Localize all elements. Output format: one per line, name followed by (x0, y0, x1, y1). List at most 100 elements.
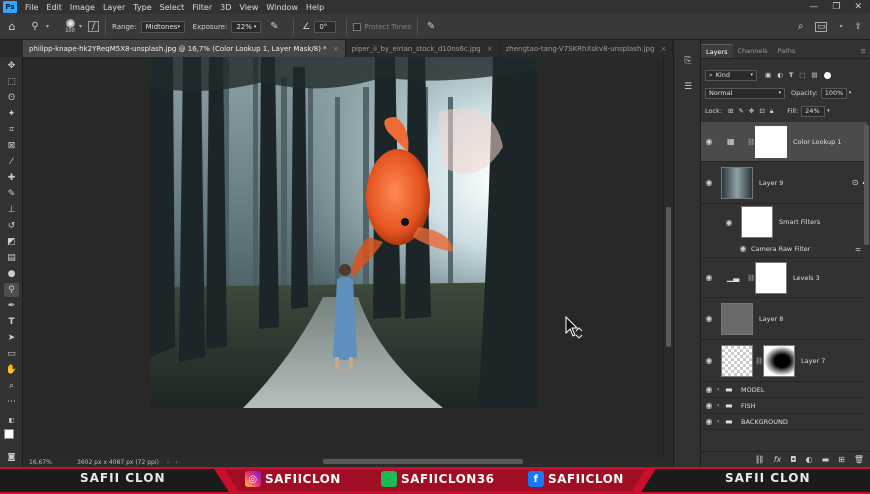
filter-type-icon[interactable]: T (789, 71, 793, 79)
visibility-eye-icon[interactable]: ◉ (701, 137, 717, 146)
magic-wand-tool-icon[interactable]: ✦ (4, 107, 19, 121)
layers-scroll-thumb[interactable] (864, 125, 869, 245)
pressure-size-icon[interactable]: ✎ (424, 21, 438, 32)
tab-paths[interactable]: Paths (773, 44, 801, 58)
lock-artboard-icon[interactable]: ⊡ (759, 107, 764, 115)
layer-thumbnail[interactable] (721, 166, 753, 199)
chevron-right-icon[interactable]: › (717, 386, 725, 393)
menu-edit[interactable]: Edit (42, 3, 66, 12)
minimize-button[interactable]: — (809, 2, 818, 12)
delete-layer-icon[interactable]: 🗑︎ (854, 455, 864, 464)
filter-shape-icon[interactable]: ⬚ (799, 71, 805, 79)
layer-thumbnail[interactable] (721, 302, 753, 335)
layer-row-color-lookup[interactable]: ◉ ▦ ⛓ Color Lookup 1 (701, 122, 867, 162)
blend-mode-select[interactable]: Normal ▾ (705, 87, 785, 99)
smart-filter-mask-thumbnail[interactable] (741, 206, 773, 238)
maximize-button[interactable]: ❐ (832, 2, 840, 12)
layer-row-layer-8[interactable]: ◉ Layer 8 (701, 298, 867, 340)
share-icon[interactable]: ⇪ (854, 22, 862, 32)
mask-link-icon[interactable]: ⛓ (747, 274, 755, 282)
menu-view[interactable]: View (235, 3, 262, 12)
zoom-tool-icon[interactable]: ⌕ (4, 379, 19, 393)
clone-stamp-tool-icon[interactable]: ⊥ (4, 203, 19, 217)
visibility-eye-icon[interactable]: ◉ (737, 244, 749, 253)
menu-help[interactable]: Help (302, 3, 328, 12)
chevron-right-icon[interactable]: › (717, 402, 725, 409)
tab-piper-ii[interactable]: piper_ii_by_eirian_stock_d10ns6c.jpg × (346, 40, 500, 57)
search-icon[interactable]: ⌕ (798, 21, 804, 32)
eyedropper-tool-icon[interactable]: ⁄ (4, 155, 19, 169)
layer-thumbnail[interactable] (721, 344, 753, 377)
menu-3d[interactable]: 3D (216, 3, 235, 12)
home-icon[interactable]: ⌂ (0, 20, 24, 33)
visibility-eye-icon[interactable]: ◉ (701, 417, 717, 426)
more-tools-icon[interactable]: ⋯ (4, 395, 19, 409)
range-select[interactable]: Midtones ▾ (140, 20, 185, 33)
lock-all-icon[interactable]: 🔒︎ (770, 107, 773, 116)
frame-tool-icon[interactable]: ⊠ (4, 139, 19, 153)
history-panel-icon[interactable]: ⎘ (680, 54, 696, 68)
close-icon[interactable]: × (660, 45, 666, 53)
lock-transparent-icon[interactable]: ⊞ (728, 107, 733, 115)
filter-smart-object-icon[interactable]: ▤ (811, 71, 817, 79)
vertical-scrollbar[interactable] (663, 57, 673, 457)
hand-tool-icon[interactable]: ✋ (4, 363, 19, 377)
type-tool-icon[interactable]: T (4, 315, 19, 329)
visibility-eye-icon[interactable]: ◉ (701, 356, 717, 365)
new-layer-icon[interactable]: ⊞ (838, 455, 845, 464)
green-handle[interactable]: ⚡ SAFIICLON36 (381, 471, 495, 487)
visibility-eye-icon[interactable]: ◉ (721, 218, 737, 227)
brush-settings-icon[interactable]: / (88, 21, 100, 32)
lasso-tool-icon[interactable]: ʘ (4, 91, 19, 105)
filter-pixel-icon[interactable]: ▣ (765, 71, 771, 79)
scroll-left-icon[interactable]: ‹ (175, 459, 177, 466)
fill-input[interactable]: 24% (801, 105, 826, 117)
visibility-eye-icon[interactable]: ◉ (701, 385, 717, 394)
gradient-tool-icon[interactable]: ▤ (4, 251, 19, 265)
brush-preset-picker[interactable]: 100 (61, 19, 79, 34)
close-icon[interactable]: × (333, 45, 339, 53)
canvas-workspace[interactable] (23, 57, 663, 457)
chevron-right-icon[interactable]: › (717, 418, 725, 425)
menu-select[interactable]: Select (156, 3, 189, 12)
layer-row-layer-7[interactable]: ◉ ⛓ Layer 7 (701, 340, 867, 382)
filter-adjustment-icon[interactable]: ◐ (777, 71, 783, 79)
quick-mask-icon[interactable]: ◙ (4, 449, 19, 463)
tab-layers[interactable]: Layers (701, 44, 733, 58)
facebook-handle[interactable]: f SAFIICLON (528, 471, 624, 487)
instagram-handle[interactable]: ◎ SAFIICLON (245, 471, 341, 487)
chevron-down-icon[interactable]: ▾ (46, 23, 49, 30)
layer-row-levels-3[interactable]: ◉ ▁▃ ⛓ Levels 3 (701, 258, 867, 298)
chevron-down-icon[interactable]: ▾ (839, 23, 842, 30)
default-colors-icon[interactable]: ◧ (4, 413, 19, 427)
menu-type[interactable]: Type (129, 3, 155, 12)
workspace-icon[interactable]: ▭ (815, 21, 828, 32)
move-tool-icon[interactable]: ✥ (4, 59, 19, 73)
filter-options-icon[interactable]: ⚌ (855, 245, 861, 253)
panel-menu-icon[interactable]: ≡ (857, 44, 870, 58)
document-canvas[interactable] (23, 57, 663, 457)
visibility-eye-icon[interactable]: ◉ (701, 401, 717, 410)
document-info[interactable]: 3602 px x 4087 px (72 ppi) (77, 459, 159, 466)
chevron-down-icon[interactable]: ▾ (79, 23, 82, 30)
mask-link-icon[interactable]: ⛓ (755, 357, 763, 365)
scroll-thumb[interactable] (666, 207, 671, 347)
fx-icon[interactable]: fx (774, 455, 782, 464)
chevron-down-icon[interactable]: ▾ (827, 108, 830, 114)
photoshop-logo[interactable]: Ps (3, 1, 17, 13)
brush-tool-icon[interactable]: ✎ (4, 187, 19, 201)
visibility-eye-icon[interactable]: ◉ (701, 273, 717, 282)
layer-mask-thumbnail[interactable] (755, 125, 787, 158)
menu-layer[interactable]: Layer (99, 3, 129, 12)
menu-image[interactable]: Image (66, 3, 99, 12)
path-selection-tool-icon[interactable]: ➤ (4, 331, 19, 345)
rectangle-tool-icon[interactable]: ▭ (4, 347, 19, 361)
tab-zhengtao-tang[interactable]: zhengtao-tang-V7SKRhXskv8-unsplash.jpg × (500, 40, 674, 57)
menu-filter[interactable]: Filter (188, 3, 216, 12)
adjustment-layer-icon[interactable]: ◐ (806, 455, 813, 464)
zoom-level[interactable]: 16,67% (29, 459, 69, 466)
angle-input[interactable]: 0° (314, 20, 337, 33)
close-icon[interactable]: × (487, 45, 493, 53)
smart-filter-badge-icon[interactable]: ⊙ (852, 178, 859, 187)
group-row-fish[interactable]: ◉ › ▬ FISH (701, 398, 867, 414)
